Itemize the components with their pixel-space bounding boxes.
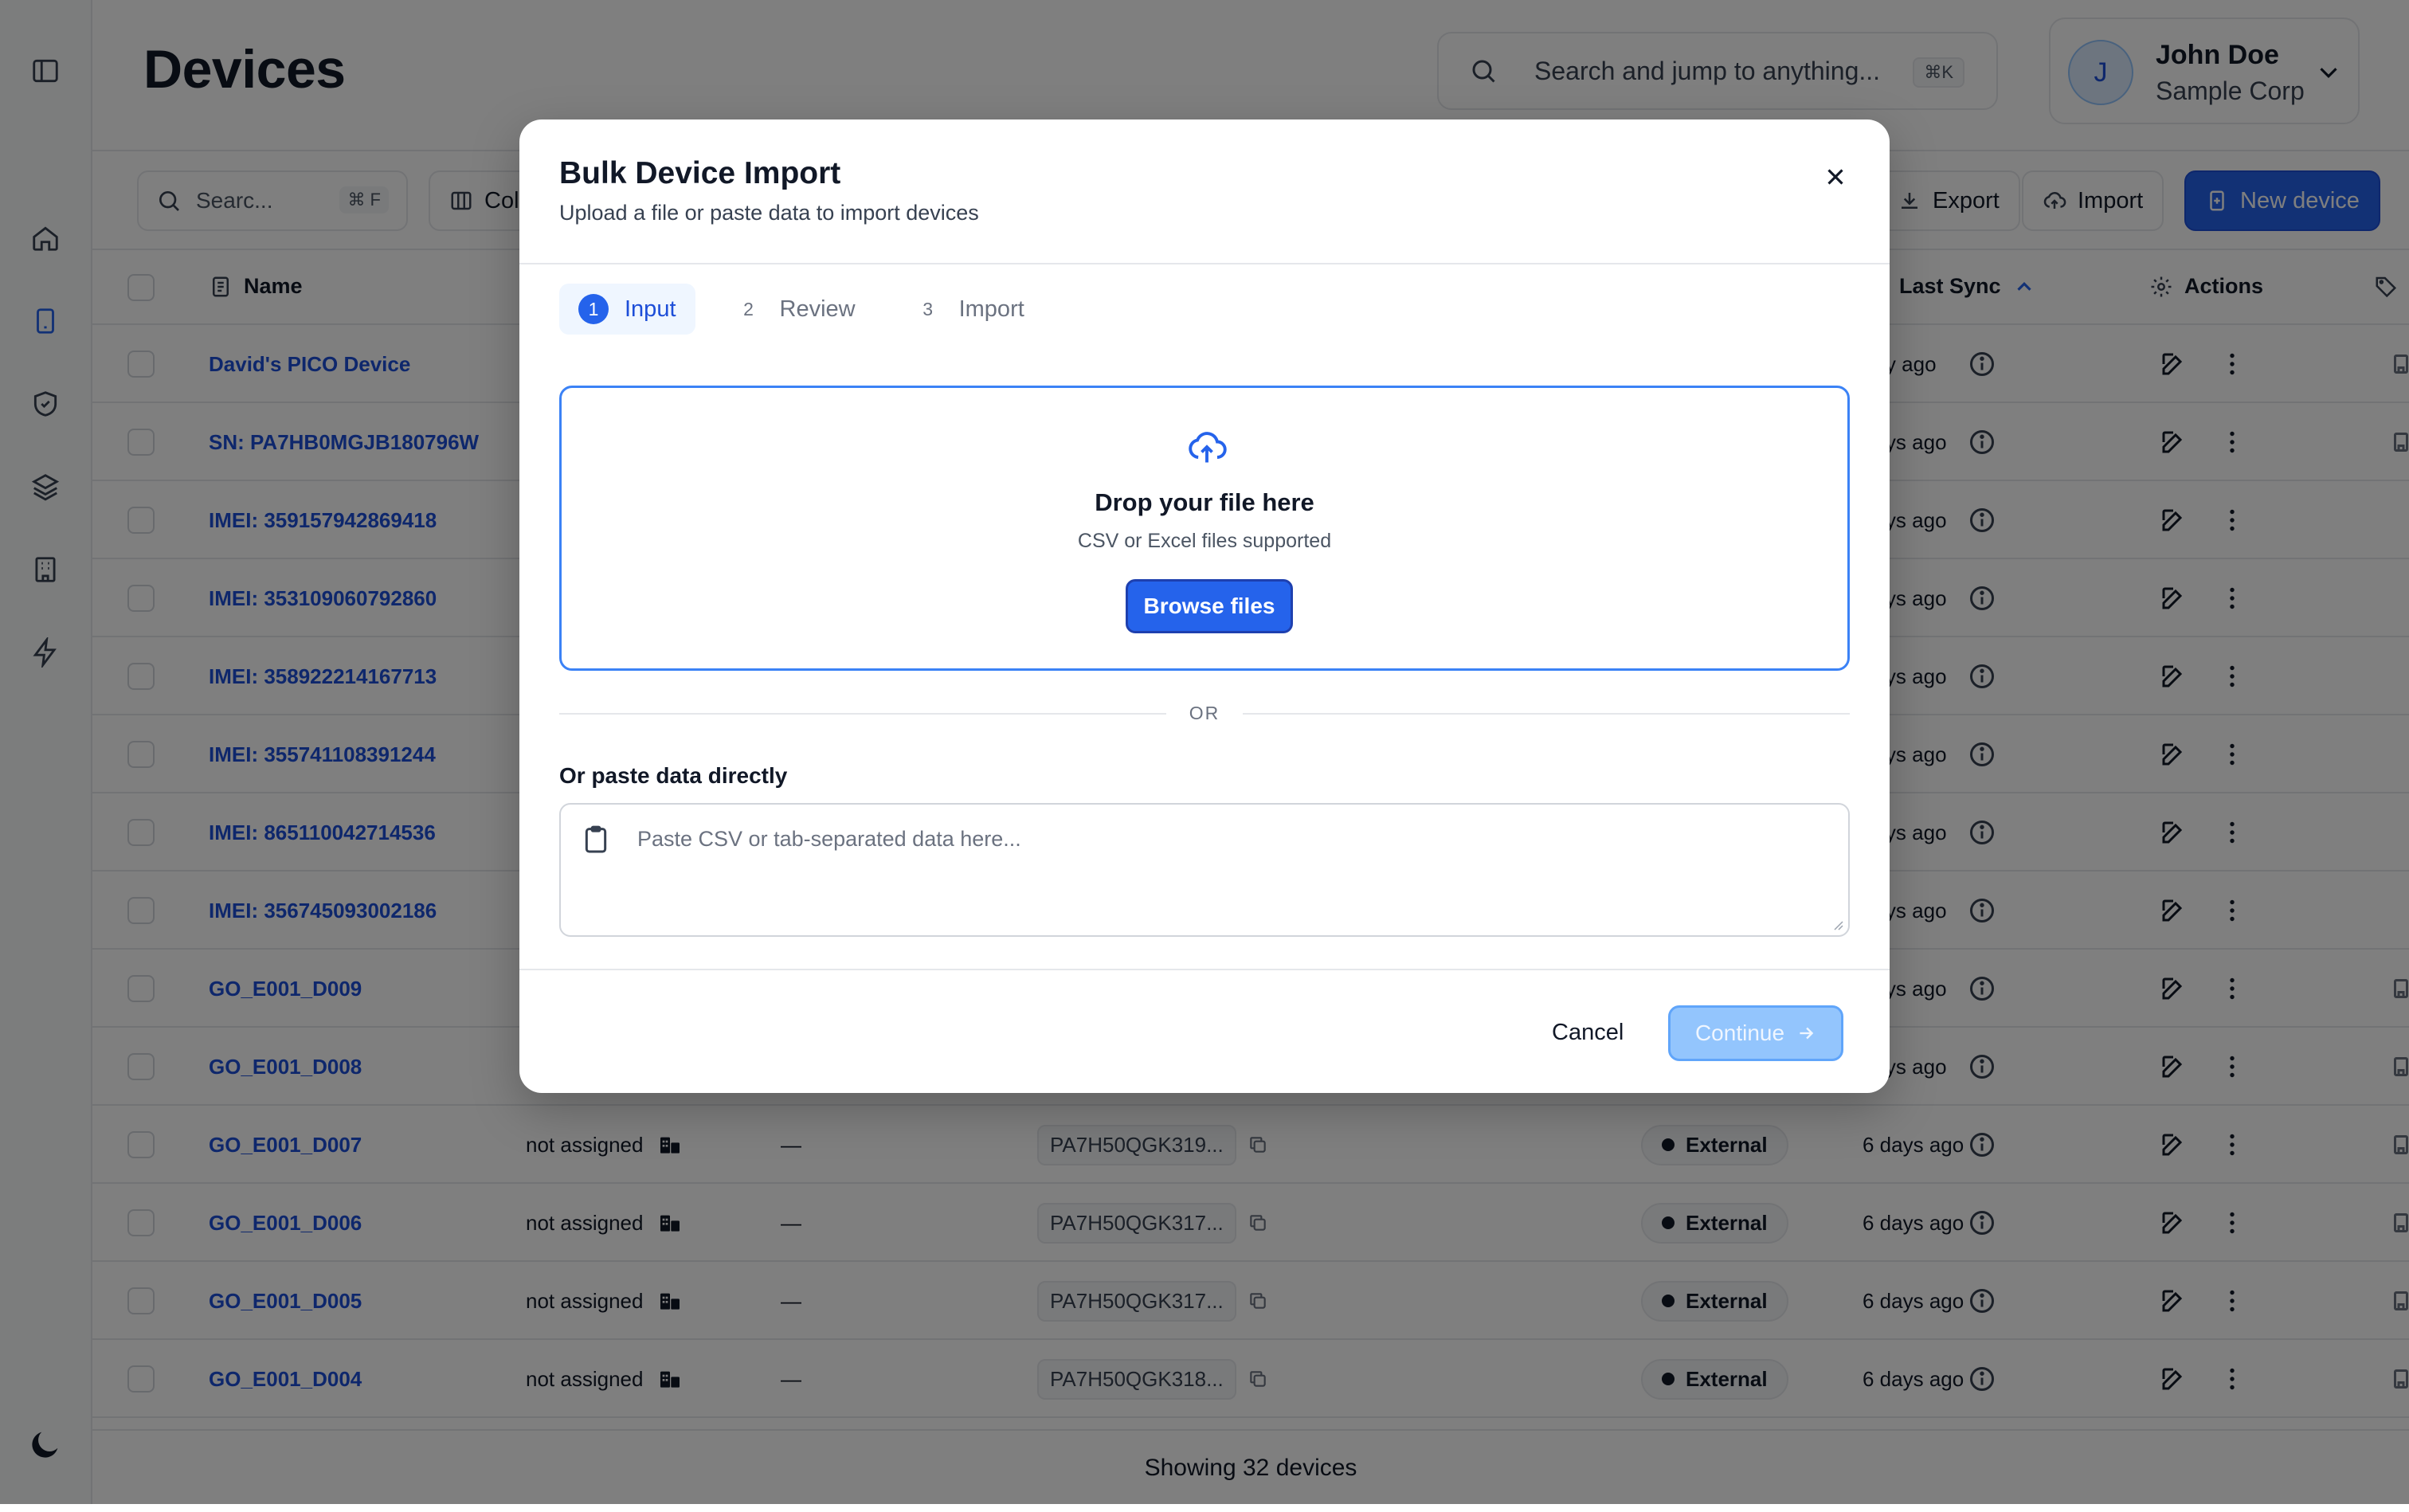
or-separator: OR bbox=[559, 698, 1850, 730]
step-input[interactable]: 1 Input bbox=[559, 284, 695, 335]
dialog-subtitle: Upload a file or paste data to import de… bbox=[559, 201, 979, 225]
browse-files-button[interactable]: Browse files bbox=[1126, 579, 1293, 633]
file-dropzone[interactable]: Drop your file here CSV or Excel files s… bbox=[559, 386, 1850, 671]
continue-button[interactable]: Continue bbox=[1668, 1005, 1843, 1061]
step-number: 2 bbox=[743, 298, 754, 319]
step-import[interactable]: 3 Import bbox=[894, 284, 1044, 335]
stepper: 1 Input 2 Review 3 Import bbox=[559, 284, 1044, 335]
step-number: 1 bbox=[578, 294, 609, 324]
bulk-import-dialog: Bulk Device Import Upload a file or past… bbox=[519, 119, 1890, 1093]
cancel-button[interactable]: Cancel bbox=[1544, 1005, 1631, 1060]
continue-label: Continue bbox=[1694, 1020, 1785, 1045]
close-icon bbox=[1827, 169, 1843, 185]
paste-placeholder: Paste CSV or tab-separated data here... bbox=[637, 827, 1021, 851]
footer-divider bbox=[519, 969, 1890, 970]
dialog-title: Bulk Device Import bbox=[559, 156, 841, 190]
dialog-divider bbox=[519, 263, 1890, 264]
or-text: OR bbox=[1189, 703, 1220, 723]
step-label: Input bbox=[625, 296, 676, 322]
cloud-upload-icon bbox=[1189, 432, 1227, 463]
paste-label: Or paste data directly bbox=[559, 763, 788, 788]
clipboard-icon bbox=[585, 825, 607, 853]
dropzone-subtitle: CSV or Excel files supported bbox=[1077, 530, 1332, 552]
step-number: 3 bbox=[922, 298, 933, 319]
dropzone-title: Drop your file here bbox=[1095, 488, 1314, 516]
resize-handle-icon[interactable] bbox=[1831, 918, 1843, 930]
arrow-right-icon bbox=[1800, 1027, 1814, 1040]
paste-data-textarea[interactable]: Paste CSV or tab-separated data here... bbox=[559, 803, 1850, 937]
step-label: Import bbox=[958, 296, 1024, 322]
step-review[interactable]: 2 Review bbox=[715, 284, 875, 335]
close-button[interactable] bbox=[1819, 161, 1851, 193]
step-label: Review bbox=[779, 296, 856, 322]
